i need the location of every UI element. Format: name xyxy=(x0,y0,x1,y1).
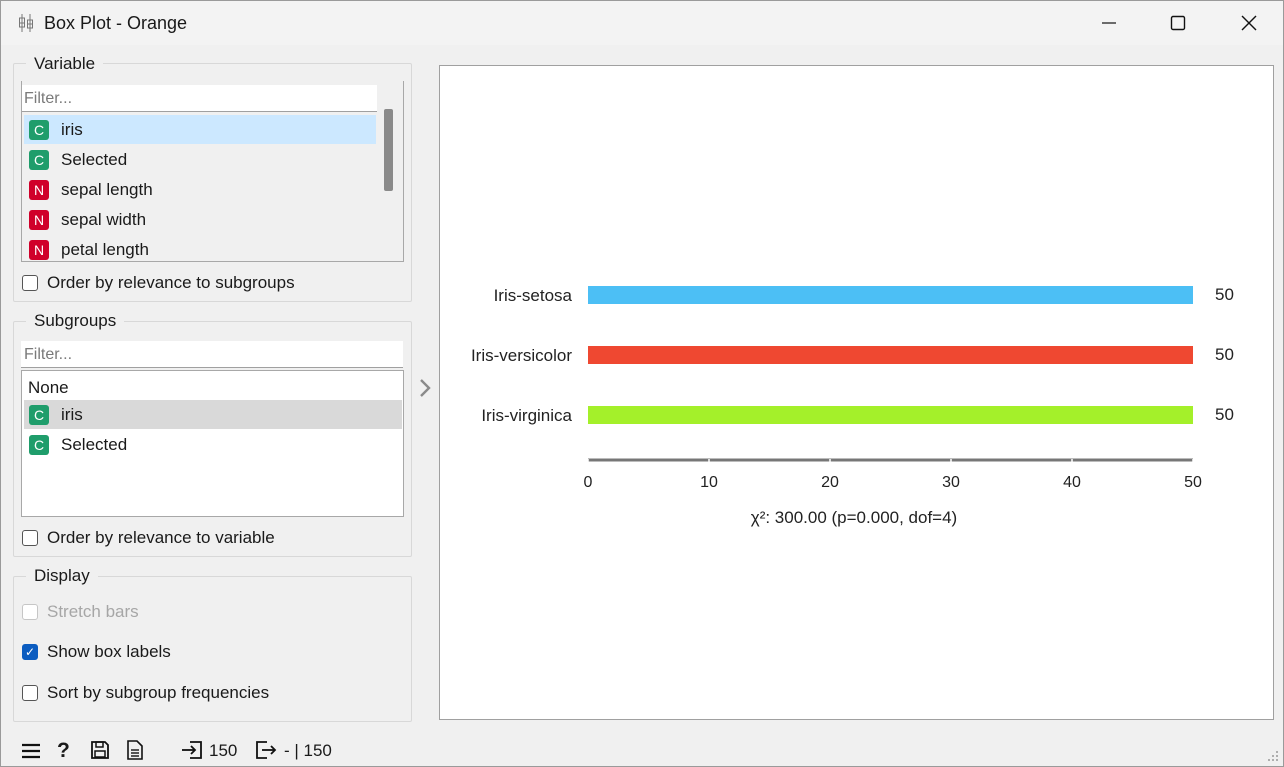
variable-group-title: Variable xyxy=(26,54,104,74)
checkbox-label: Show box labels xyxy=(47,642,171,661)
checkbox-box xyxy=(22,275,38,291)
subgroup-item-label: iris xyxy=(61,404,83,424)
variable-item-sepal-length[interactable]: N sepal length xyxy=(24,175,376,204)
stretch-bars-checkbox[interactable]: Stretch bars xyxy=(22,602,139,622)
variable-item-sepal-width[interactable]: N sepal width xyxy=(24,205,376,234)
subgroups-list[interactable]: None C iris C Selected xyxy=(21,370,404,517)
close-button[interactable] xyxy=(1219,5,1279,41)
chi-square-footer: χ²: 300.00 (p=0.000, dof=4) xyxy=(751,508,957,527)
bar xyxy=(588,406,1193,424)
variable-item-label: iris xyxy=(61,119,83,139)
save-icon[interactable] xyxy=(90,740,110,760)
variable-list[interactable]: C iris C Selected N sepal length N sepal… xyxy=(21,81,404,262)
bar-value-label: 50 xyxy=(1215,405,1234,424)
category-label: Iris-setosa xyxy=(494,286,573,305)
variable-item-selected[interactable]: C Selected xyxy=(24,145,376,174)
display-group-title: Display xyxy=(26,566,98,586)
help-icon[interactable]: ? xyxy=(57,738,70,764)
bar xyxy=(588,346,1193,364)
categorical-badge: C xyxy=(29,434,49,455)
maximize-icon xyxy=(1170,15,1186,31)
output-count: - | 150 xyxy=(284,741,332,760)
collapse-panel-icon[interactable] xyxy=(418,378,432,398)
bar-value-label: 50 xyxy=(1215,285,1234,304)
minimize-button[interactable] xyxy=(1079,5,1139,41)
box-plot-app-icon xyxy=(19,14,33,32)
bar-value-label: 50 xyxy=(1215,345,1234,364)
report-icon[interactable] xyxy=(126,740,144,760)
variable-item-label: petal length xyxy=(61,239,149,259)
maximize-button[interactable] xyxy=(1148,5,1208,41)
numeric-badge: N xyxy=(29,179,49,200)
x-tick-label: 30 xyxy=(942,474,960,491)
subgroup-item-label: None xyxy=(28,377,69,397)
checkbox-label: Order by relevance to variable xyxy=(47,528,275,547)
minimize-icon xyxy=(1102,22,1116,24)
category-label: Iris-virginica xyxy=(481,406,572,425)
subgroup-item-selected[interactable]: C Selected xyxy=(24,430,402,459)
input-icon xyxy=(182,741,202,759)
input-count: 150 xyxy=(209,741,238,760)
subgroups-filter-input[interactable]: Filter... xyxy=(21,341,403,368)
window-title: Box Plot - Orange xyxy=(44,13,188,33)
order-by-relevance-variable-checkbox[interactable]: Order by relevance to variable xyxy=(22,528,275,548)
checkbox-label: Sort by subgroup frequencies xyxy=(47,683,270,702)
x-tick-label: 10 xyxy=(700,474,718,491)
categorical-badge: C xyxy=(29,404,49,425)
checkbox-box xyxy=(22,530,38,546)
close-icon xyxy=(1241,15,1257,31)
subgroup-item-label: Selected xyxy=(61,434,128,454)
checkbox-box xyxy=(22,604,38,620)
box-plot-chart: Iris-setosa 50 Iris-versicolor 50 Iris-virgi… xyxy=(471,285,1234,527)
variable-list-scrollbar[interactable] xyxy=(384,109,393,191)
order-by-relevance-subgroups-checkbox[interactable]: Order by relevance to subgroups xyxy=(22,273,295,293)
resize-grip-icon[interactable] xyxy=(1267,750,1279,762)
categorical-badge: C xyxy=(29,119,49,140)
x-tick-label: 20 xyxy=(821,474,839,491)
checkmark-icon: ✓ xyxy=(22,644,38,660)
checkbox-label: Order by relevance to subgroups xyxy=(47,273,295,292)
plot-area: Iris-setosa 50 Iris-versicolor 50 Iris-virgi… xyxy=(439,65,1274,720)
output-icon xyxy=(256,741,277,759)
title-bar: Box Plot - Orange xyxy=(1,1,1283,45)
category-label: Iris-versicolor xyxy=(471,346,572,365)
x-tick-label: 50 xyxy=(1184,474,1202,491)
checkbox-label: Stretch bars xyxy=(47,602,139,621)
categorical-badge: C xyxy=(29,149,49,170)
variable-item-label: Selected xyxy=(61,149,128,169)
x-tick-label: 40 xyxy=(1063,474,1081,491)
menu-icon[interactable] xyxy=(21,741,41,761)
window: Box Plot - Orange Variable Filter... C i… xyxy=(0,0,1284,767)
subgroup-item-none[interactable]: None xyxy=(22,373,400,402)
subgroups-group-title: Subgroups xyxy=(26,311,125,331)
numeric-badge: N xyxy=(29,209,49,230)
sort-by-subgroup-frequencies-checkbox[interactable]: Sort by subgroup frequencies xyxy=(22,683,269,703)
variable-item-label: sepal width xyxy=(61,209,147,229)
variable-item-iris[interactable]: C iris xyxy=(24,115,376,144)
subgroup-item-iris[interactable]: C iris xyxy=(24,400,402,429)
show-box-labels-checkbox[interactable]: ✓ Show box labels xyxy=(22,642,171,662)
x-tick-label: 0 xyxy=(584,474,593,491)
variable-item-petal-length[interactable]: N petal length xyxy=(24,235,376,261)
variable-item-label: sepal length xyxy=(61,179,153,199)
numeric-badge: N xyxy=(29,239,49,260)
checkbox-box xyxy=(22,685,38,701)
bar xyxy=(588,286,1193,304)
